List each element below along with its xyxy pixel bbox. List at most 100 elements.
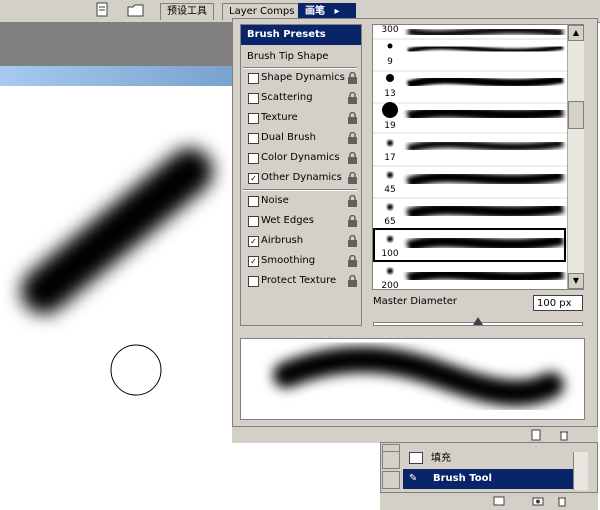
brush-tip-dot xyxy=(387,140,393,146)
history-state-label: 填充 xyxy=(431,453,451,464)
brush-tip-shape-label: Brush Tip Shape xyxy=(247,51,329,62)
brush-size-label: 45 xyxy=(384,185,396,195)
brush-stroke-preview xyxy=(240,338,585,420)
master-diameter-input[interactable] xyxy=(533,295,583,311)
brush-stroke xyxy=(21,148,213,314)
option-texture[interactable]: Texture xyxy=(241,108,361,128)
option-color-dynamics[interactable]: Color Dynamics xyxy=(241,148,361,168)
checkbox[interactable]: ✓ xyxy=(248,236,259,247)
brush-presets-item[interactable]: Brush Presets xyxy=(241,25,361,45)
brush-size-label: 100 xyxy=(381,249,399,259)
lock-icon[interactable] xyxy=(347,92,358,104)
history-footer xyxy=(380,492,598,510)
checkbox[interactable] xyxy=(248,216,259,227)
brush-size-label: 200 xyxy=(381,281,399,289)
history-state-selected[interactable]: ✎ Brush Tool xyxy=(403,469,573,489)
option-label: Texture xyxy=(261,112,298,123)
checkbox[interactable] xyxy=(248,276,259,287)
brush-stroke-sample xyxy=(407,25,564,39)
option-label: Noise xyxy=(261,195,289,206)
option-label: Wet Edges xyxy=(261,215,314,226)
new-preset-icon[interactable] xyxy=(530,429,542,441)
scroll-down-button[interactable]: ▼ xyxy=(568,273,584,289)
brush-stroke-sample xyxy=(405,233,565,253)
brush-tool-icon: ✎ xyxy=(409,473,418,484)
option-label: Shape Dynamics xyxy=(261,72,345,83)
document-canvas[interactable] xyxy=(0,86,232,509)
brush-tip-dot xyxy=(387,204,393,210)
option-label: Airbrush xyxy=(261,235,304,246)
option-wet-edges[interactable]: Wet Edges xyxy=(241,211,361,231)
checkbox[interactable]: ✓ xyxy=(248,256,259,267)
canvas-art xyxy=(21,148,213,396)
option-label: Other Dynamics xyxy=(261,172,342,183)
option-smoothing[interactable]: ✓ Smoothing xyxy=(241,251,361,271)
checkbox[interactable] xyxy=(248,196,259,207)
history-snapshot-toggle[interactable] xyxy=(382,471,400,489)
checkbox[interactable] xyxy=(248,153,259,164)
option-scattering[interactable]: Scattering xyxy=(241,88,361,108)
checkbox[interactable] xyxy=(248,73,259,84)
checkbox[interactable] xyxy=(248,113,259,124)
preview-stroke-art xyxy=(273,346,564,406)
option-dual-brush[interactable]: Dual Brush xyxy=(241,128,361,148)
history-state-icon xyxy=(409,452,423,464)
checkbox[interactable] xyxy=(248,133,259,144)
brush-tip-dot xyxy=(387,236,393,242)
brush-stroke-sample xyxy=(407,44,564,54)
history-state[interactable]: 填充 xyxy=(403,449,573,469)
brush-tip-dot xyxy=(387,43,393,49)
tab-brushes-label: 画笔 xyxy=(305,6,325,17)
option-airbrush[interactable]: ✓ Airbrush xyxy=(241,231,361,251)
scroll-thumb[interactable] xyxy=(568,101,584,129)
lock-icon[interactable] xyxy=(347,132,358,144)
lock-icon[interactable] xyxy=(347,255,358,267)
brush-tip-dot xyxy=(382,102,398,118)
history-state-label: Brush Tool xyxy=(433,473,492,484)
option-label: Protect Texture xyxy=(261,275,337,286)
brush-tip-shape-item[interactable]: Brush Tip Shape xyxy=(241,47,361,67)
brush-tip-dot xyxy=(387,268,393,274)
tab-tool-presets[interactable]: 预设工具 xyxy=(160,3,214,20)
folder-icon[interactable] xyxy=(126,1,146,19)
camera-icon[interactable] xyxy=(532,495,544,507)
option-label: Dual Brush xyxy=(261,132,316,143)
brush-stroke-sample xyxy=(406,105,565,123)
option-protect-texture[interactable]: Protect Texture xyxy=(241,271,361,291)
lock-icon[interactable] xyxy=(347,275,358,287)
brush-tip-dot xyxy=(387,172,393,178)
lock-icon[interactable] xyxy=(347,72,358,84)
brush-stroke-sample xyxy=(405,267,565,285)
brush-cursor-circle xyxy=(110,344,162,396)
trash-icon[interactable] xyxy=(558,429,570,441)
option-shape-dynamics[interactable]: Shape Dynamics xyxy=(241,68,361,88)
brush-stroke-sample xyxy=(405,201,565,221)
lock-icon[interactable] xyxy=(347,215,358,227)
lock-icon[interactable] xyxy=(347,152,358,164)
lock-icon[interactable] xyxy=(347,112,358,124)
lock-icon[interactable] xyxy=(347,235,358,247)
lock-icon[interactable] xyxy=(347,195,358,207)
history-scrollbar[interactable] xyxy=(573,452,588,490)
checkbox[interactable]: ✓ xyxy=(248,173,259,184)
trash-icon[interactable] xyxy=(556,495,568,507)
option-label: Smoothing xyxy=(261,255,316,266)
palette-footer xyxy=(232,426,598,443)
document-icon[interactable] xyxy=(92,1,112,19)
new-document-from-state-icon[interactable] xyxy=(493,495,505,507)
lock-icon[interactable] xyxy=(347,172,358,184)
option-other-dynamics[interactable]: ✓ Other Dynamics xyxy=(241,168,361,188)
brush-tip-dot xyxy=(386,74,394,82)
document-title-bar xyxy=(0,66,232,86)
option-noise[interactable]: Noise xyxy=(241,191,361,211)
document-tab-strip xyxy=(0,22,232,66)
checkbox[interactable] xyxy=(248,93,259,104)
slider-thumb-icon[interactable] xyxy=(473,317,483,325)
brush-size-label: 17 xyxy=(384,153,396,163)
brush-size-label: 300 xyxy=(381,25,399,35)
option-label: Scattering xyxy=(261,92,313,103)
scroll-up-button[interactable]: ▲ xyxy=(568,25,584,41)
brush-list-scrollbar[interactable]: ▲ ▼ xyxy=(567,25,584,289)
brush-stroke-sample xyxy=(406,75,564,89)
history-snapshot-toggle[interactable] xyxy=(382,451,400,469)
